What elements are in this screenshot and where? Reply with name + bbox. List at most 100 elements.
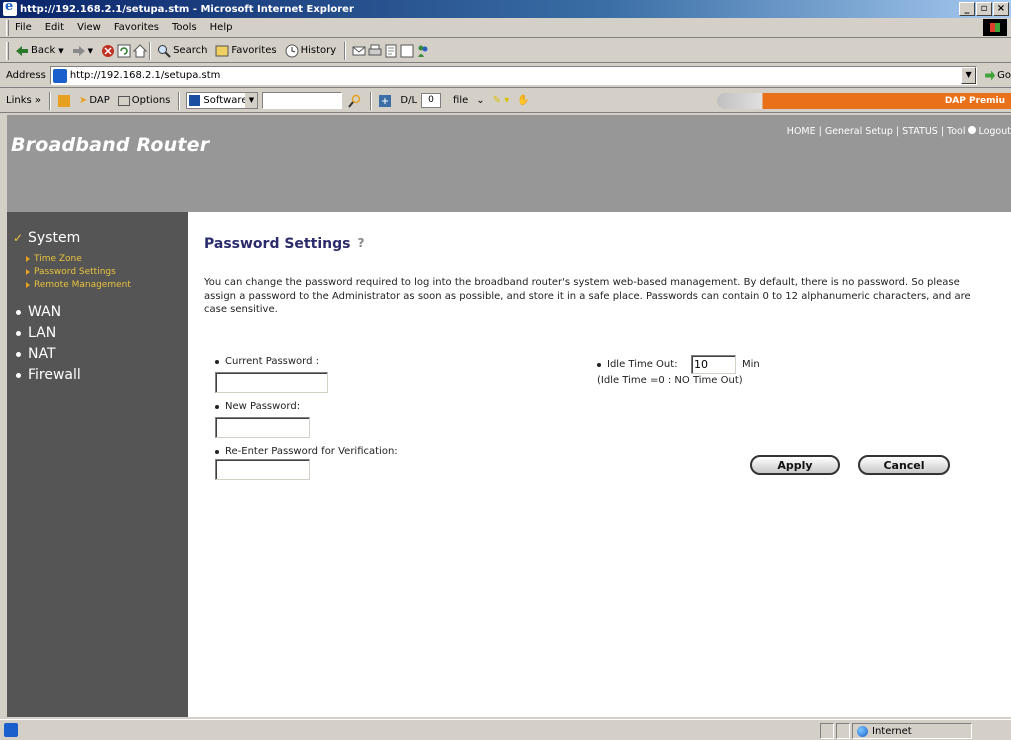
router-header: Broadband Router HOME | General Setup | STAT… (7, 115, 1011, 212)
page-title: Password Settings (204, 236, 369, 252)
sidebar-item-system[interactable]: ✓ System (13, 230, 80, 246)
dl-counter[interactable]: D/L 0 (400, 93, 445, 108)
dap-label: DAP (89, 95, 110, 106)
standard-toolbar: Back ▼ ▼ Search Favorites History (0, 39, 1011, 63)
sidebar-subitem-remote-management[interactable]: Remote Management (26, 280, 131, 290)
history-button[interactable]: History (285, 44, 336, 58)
links-separator (49, 91, 51, 110)
sidebar-item-wan[interactable]: WAN (13, 304, 61, 320)
refresh-icon[interactable] (117, 44, 131, 58)
download-grid-icon[interactable] (378, 94, 392, 108)
page-status-icon (4, 723, 18, 737)
menu-edit[interactable]: Edit (45, 22, 64, 33)
favorites-button[interactable]: Favorites (215, 44, 277, 58)
search-button[interactable]: Search (157, 44, 207, 58)
nav-home[interactable]: HOME (787, 126, 816, 137)
highlighter-icon[interactable]: ✎ ▾ (493, 95, 510, 106)
nav-tool[interactable]: Tool (947, 126, 965, 137)
print-icon[interactable] (368, 44, 382, 58)
search-icon (158, 44, 171, 58)
ie-window: http://192.168.2.1/setupa.stm - Microsof… (0, 0, 1011, 740)
menu-file[interactable]: File (15, 22, 32, 33)
go-button[interactable]: Go (985, 70, 1011, 81)
help-icon[interactable] (355, 236, 369, 251)
links-separator (370, 91, 373, 110)
sidebar-subitem-password-settings[interactable]: Password Settings (26, 267, 116, 277)
forward-button[interactable]: ▼ (72, 44, 93, 58)
links-label[interactable]: Links » (6, 95, 41, 106)
current-password-field[interactable] (215, 372, 328, 393)
nav-general-setup[interactable]: General Setup (825, 126, 893, 137)
bullet-icon (597, 362, 601, 367)
current-password-label-text: Current Password : (225, 356, 319, 367)
messenger-icon[interactable] (416, 44, 430, 58)
magnifier-icon[interactable] (348, 94, 362, 108)
toolbar-separator (149, 41, 152, 60)
menu-view[interactable]: View (77, 22, 101, 33)
dap-search-input[interactable] (262, 92, 343, 109)
hand-icon[interactable]: ✋ (517, 95, 529, 106)
sidebar-subitem-label: Remote Management (34, 280, 131, 290)
sidebar-item-lan[interactable]: LAN (13, 325, 56, 341)
links-bar: Links » ➤ DAP Options Software ▼ D/L 0 f… (0, 89, 1011, 113)
bullet-icon (215, 449, 219, 454)
dap-logo-icon[interactable] (57, 94, 71, 108)
new-password-field[interactable] (215, 417, 310, 438)
bullet-icon (215, 359, 219, 364)
file-button[interactable]: file (453, 95, 468, 106)
sidebar-item-label: NAT (28, 346, 56, 362)
bullet-icon (215, 404, 219, 409)
software-select[interactable]: Software ▼ (186, 92, 259, 109)
menu-bar: File Edit View Favorites Tools Help (0, 18, 1011, 38)
chevron-icon[interactable]: ⌄ (476, 95, 484, 106)
idle-timeout-input[interactable] (691, 355, 736, 374)
sidebar-item-firewall[interactable]: Firewall (13, 367, 81, 383)
history-icon (285, 44, 299, 57)
options-button[interactable]: Options (117, 95, 171, 106)
page-title-text: Password Settings (204, 236, 351, 252)
dap-button[interactable]: ➤ DAP (79, 95, 110, 106)
main-content: Password Settings You can change the pas… (188, 212, 1011, 717)
nav-status[interactable]: STATUS (902, 126, 938, 137)
sidebar-subitem-time-zone[interactable]: Time Zone (26, 254, 82, 264)
address-url: http://192.168.2.1/setupa.stm (69, 70, 221, 81)
minimize-button[interactable]: _ (959, 2, 975, 16)
chevron-down-icon: ▼ (245, 93, 258, 108)
bullet-icon (16, 330, 21, 336)
cancel-button[interactable]: Cancel (858, 455, 950, 475)
file-label: file (453, 95, 469, 106)
menu-tools[interactable]: Tools (172, 22, 197, 33)
arrow-right-icon (26, 256, 30, 262)
current-password-label: Current Password : (215, 356, 319, 367)
web-page: Broadband Router HOME | General Setup | STAT… (7, 115, 1011, 717)
forward-arrow-icon (72, 45, 85, 56)
options-label: Options (131, 95, 171, 106)
menu-help[interactable]: Help (210, 22, 233, 33)
sidebar-subitem-label: Time Zone (34, 254, 82, 264)
reenter-password-label-text: Re-Enter Password for Verification: (225, 446, 398, 457)
address-input[interactable]: http://192.168.2.1/setupa.stm ▼ (49, 66, 978, 85)
logout-icon (968, 126, 977, 134)
toolbar-grip[interactable] (6, 41, 9, 60)
menubar-grip[interactable] (6, 19, 9, 36)
sidebar-subitem-label: Password Settings (34, 267, 116, 277)
discuss-icon[interactable] (400, 44, 414, 58)
sidebar-item-nat[interactable]: NAT (13, 346, 56, 362)
page-icon (52, 68, 67, 83)
home-icon[interactable] (133, 43, 148, 58)
address-dropdown-button[interactable]: ▼ (961, 67, 977, 84)
reenter-password-field[interactable] (215, 459, 310, 480)
sidebar: ✓ System Time Zone Password Settings Rem… (7, 212, 188, 717)
edit-icon[interactable] (384, 44, 398, 58)
mail-icon[interactable] (352, 44, 366, 58)
nav-logout[interactable]: Logout (978, 126, 1011, 137)
menu-favorites[interactable]: Favorites (114, 22, 159, 33)
stop-icon[interactable] (101, 44, 115, 58)
bullet-icon (16, 372, 21, 378)
apply-button[interactable]: Apply (750, 455, 840, 475)
back-button[interactable]: Back ▼ (15, 44, 64, 58)
maximize-button[interactable]: ▫ (976, 2, 992, 16)
close-button[interactable]: × (993, 2, 1009, 16)
dap-premium-bar[interactable]: DAP Premiu (717, 93, 1011, 109)
status-panel (820, 723, 834, 739)
